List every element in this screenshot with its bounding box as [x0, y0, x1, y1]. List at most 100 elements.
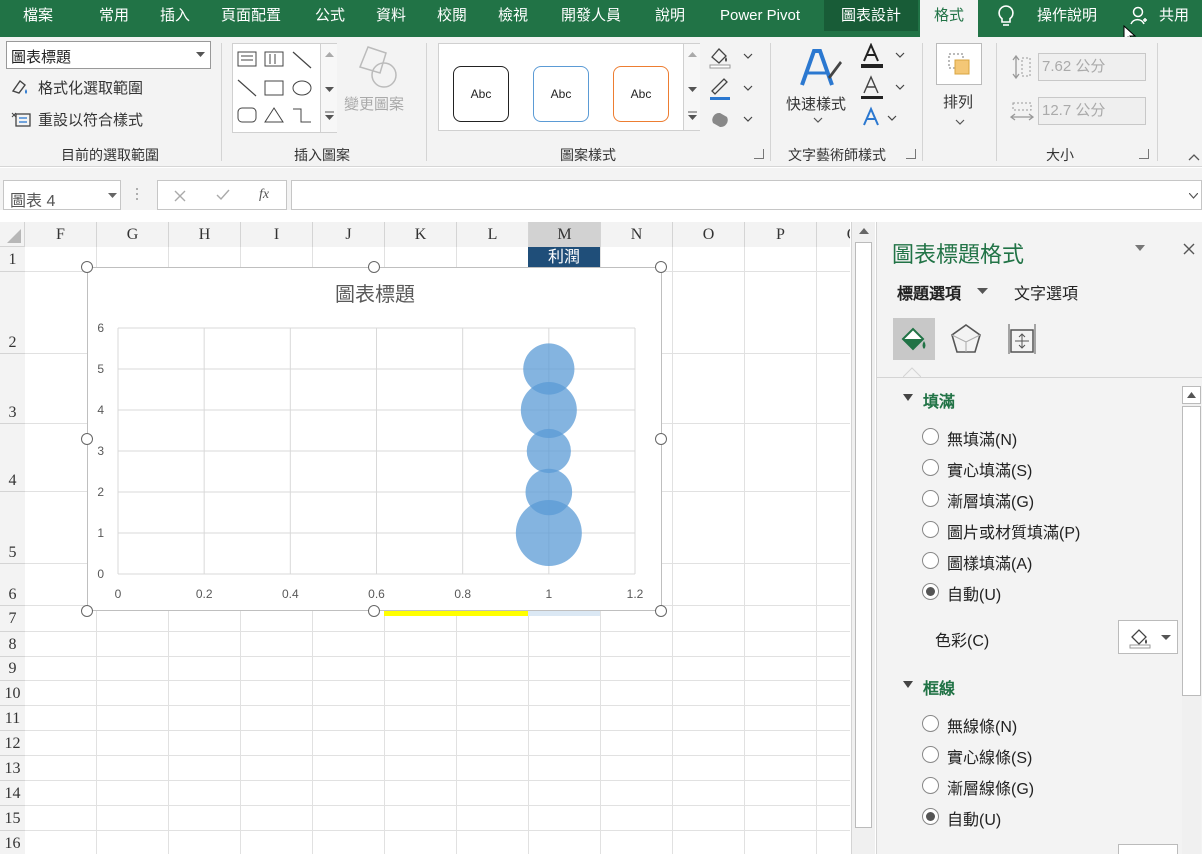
border-options-radio-3[interactable]: [922, 808, 939, 825]
border-color-picker[interactable]: [1118, 844, 1178, 854]
fill-options-label-0[interactable]: 無填滿(N): [947, 426, 1017, 450]
border-options-radio-2[interactable]: [922, 777, 939, 794]
row-header-14[interactable]: 14: [0, 781, 25, 806]
shape-fill-outline-effects-icons[interactable]: [708, 45, 758, 131]
quick-styles-button[interactable]: 快速樣式: [786, 93, 846, 114]
check-icon[interactable]: [216, 189, 230, 201]
row-header-15[interactable]: 15: [0, 806, 25, 831]
style-preset-1[interactable]: Abc: [453, 66, 509, 122]
border-options-radio-0[interactable]: [922, 715, 939, 732]
resize-handle-br[interactable]: [655, 605, 667, 617]
menu-data[interactable]: 資料: [363, 0, 419, 31]
shape-width-input[interactable]: 12.7 公分: [1038, 97, 1146, 125]
row-header-12[interactable]: 12: [0, 731, 25, 756]
row-header-13[interactable]: 13: [0, 756, 25, 781]
fill-options-label-4[interactable]: 圖樣填滿(A): [947, 550, 1032, 574]
pane-options-chevron-icon[interactable]: [1135, 245, 1145, 252]
menu-file[interactable]: 檔案: [0, 0, 76, 31]
collapse-border-icon[interactable]: [903, 681, 913, 688]
border-options-label-3[interactable]: 自動(U): [947, 806, 1001, 830]
menu-format[interactable]: 格式: [920, 0, 978, 37]
pane-scroll-thumb[interactable]: [1182, 406, 1201, 696]
chart-elements-dropdown[interactable]: 圖表標題: [6, 41, 211, 69]
border-options-radio-1[interactable]: [922, 746, 939, 763]
border-options-label-1[interactable]: 實心線條(S): [947, 744, 1032, 768]
fill-options-radio-5[interactable]: [922, 583, 939, 600]
column-header-o[interactable]: O: [673, 222, 745, 247]
row-header-9[interactable]: 9: [0, 657, 25, 681]
close-icon[interactable]: [1183, 243, 1195, 255]
fill-options-radio-0[interactable]: [922, 428, 939, 445]
select-all-corner[interactable]: [0, 222, 25, 247]
cell-m1[interactable]: 利潤: [528, 247, 600, 268]
menu-insert[interactable]: 插入: [147, 0, 203, 31]
change-shape-button[interactable]: 變更圖案: [344, 93, 404, 114]
border-options-label-2[interactable]: 漸層線條(G): [947, 775, 1034, 799]
tell-me-search[interactable]: 操作說明: [1022, 0, 1112, 31]
size-launcher[interactable]: [1139, 149, 1149, 159]
menu-review[interactable]: 校閱: [424, 0, 480, 31]
shape-styles-gallery[interactable]: Abc Abc Abc: [438, 43, 700, 131]
resize-handle-t[interactable]: [368, 261, 380, 273]
style-preset-2[interactable]: Abc: [533, 66, 589, 122]
formula-input[interactable]: [291, 180, 1202, 210]
row-header-6[interactable]: 6: [0, 564, 25, 606]
resize-handle-bl[interactable]: [81, 605, 93, 617]
row-header-2[interactable]: 2: [0, 272, 25, 354]
column-header-p[interactable]: P: [745, 222, 817, 247]
row-header-16[interactable]: 16: [0, 831, 25, 854]
arrange-button[interactable]: [936, 43, 982, 85]
format-selection-button[interactable]: 格式化選取範圍: [8, 75, 208, 99]
resize-handle-l[interactable]: [81, 433, 93, 445]
column-header-l[interactable]: L: [457, 222, 529, 247]
tab-text-options[interactable]: 文字選項: [1014, 280, 1078, 304]
collapse-ribbon-icon[interactable]: [1188, 153, 1200, 161]
reset-style-button[interactable]: 重設以符合樣式: [8, 107, 208, 131]
menu-developer[interactable]: 開發人員: [548, 0, 634, 31]
scroll-up-icon[interactable]: [859, 228, 869, 235]
bubble-point-4[interactable]: [523, 343, 575, 395]
fill-options-radio-2[interactable]: [922, 490, 939, 507]
size-properties-icon[interactable]: [1005, 322, 1039, 356]
column-header-h[interactable]: H: [169, 222, 241, 247]
shapes-gallery[interactable]: [232, 43, 337, 133]
share-button[interactable]: 共用: [1152, 0, 1196, 31]
chart-object[interactable]: 0 0.2 0.4 0.6 0.8 1 1.2 0 1 2 3 4 5 6 圖表標題: [87, 267, 662, 611]
row-header-7[interactable]: 7: [0, 606, 25, 632]
fill-section-title[interactable]: 填滿: [923, 388, 955, 412]
text-fill-outline-effects-icons[interactable]: [858, 43, 908, 133]
row-header-3[interactable]: 3: [0, 354, 25, 424]
row-header-5[interactable]: 5: [0, 492, 25, 564]
border-options-label-0[interactable]: 無線條(N): [947, 713, 1017, 737]
shape-height-input[interactable]: 7.62 公分: [1038, 53, 1146, 81]
pane-scroll-up[interactable]: [1182, 386, 1201, 404]
fill-options-label-5[interactable]: 自動(U): [947, 581, 1001, 605]
menu-formulas[interactable]: 公式: [302, 0, 358, 31]
chart-title[interactable]: 圖表標題: [335, 283, 415, 306]
column-header-q[interactable]: Q: [817, 222, 850, 247]
bubble-chart[interactable]: 0 0.2 0.4 0.6 0.8 1 1.2 0 1 2 3 4 5 6 圖表標題: [88, 268, 663, 612]
fill-line-tab[interactable]: [893, 318, 935, 360]
cancel-icon[interactable]: [174, 190, 186, 202]
row-header-4[interactable]: 4: [0, 424, 25, 492]
column-header-k[interactable]: K: [385, 222, 457, 247]
name-box[interactable]: 圖表 4: [3, 180, 121, 210]
column-header-f[interactable]: F: [25, 222, 97, 247]
fill-options-label-3[interactable]: 圖片或材質填滿(P): [947, 519, 1080, 543]
menu-view[interactable]: 檢視: [485, 0, 541, 31]
column-header-i[interactable]: I: [241, 222, 313, 247]
shapes-gallery-scroll[interactable]: [320, 44, 337, 132]
column-header-g[interactable]: G: [97, 222, 169, 247]
pane-scrollbar[interactable]: [1182, 386, 1201, 854]
style-preset-3[interactable]: Abc: [613, 66, 669, 122]
collapse-fill-icon[interactable]: [903, 394, 913, 401]
row-header-1[interactable]: 1: [0, 247, 25, 272]
menu-home[interactable]: 常用: [86, 0, 142, 31]
resize-handle-tl[interactable]: [81, 261, 93, 273]
scroll-thumb[interactable]: [855, 242, 872, 828]
grid-vertical-scrollbar[interactable]: [851, 222, 875, 854]
fill-options-label-2[interactable]: 漸層填滿(G): [947, 488, 1034, 512]
menu-chart-design[interactable]: 圖表設計: [824, 0, 918, 31]
column-header-j[interactable]: J: [313, 222, 385, 247]
tab-title-options[interactable]: 標題選項: [897, 280, 961, 304]
